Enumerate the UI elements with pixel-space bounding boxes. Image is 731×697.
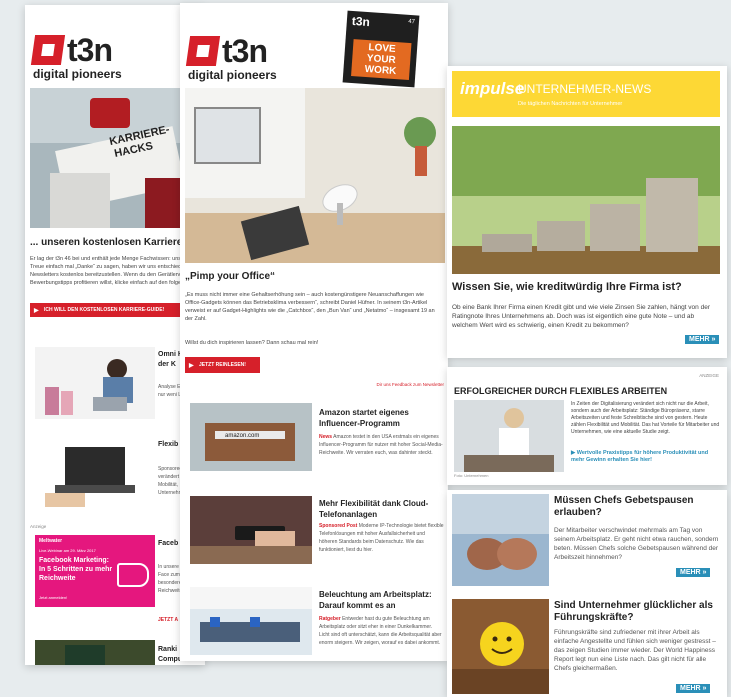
article-image-praying-hands — [452, 494, 549, 586]
right-article-mehr-1[interactable]: MEHR » — [676, 568, 711, 577]
left-hero-title: ... unseren kostenlosen Karriere- — [30, 237, 186, 248]
middle-article-text-3: Ratgeber Entweder hast du gute Beleuchtu… — [319, 616, 442, 646]
middle-article-text-2: Sponsored Post Moderne IP-Technologie bi… — [319, 523, 444, 553]
webinar-date: Live-Webinar am 29. März 2017 — [39, 548, 96, 553]
article-image-circuit — [35, 640, 155, 665]
jetzt-reinlesen-button[interactable]: JETZT REINLESEN! — [185, 357, 260, 373]
svg-text:amazon.com: amazon.com — [225, 433, 259, 439]
feedback-link[interactable]: Dir uns Feedback zum Newsletter — [376, 382, 444, 387]
impulse-tagline: Die täglichen Nachrichten für Unternehme… — [518, 101, 623, 107]
magazine-issue-number: 47 — [408, 18, 416, 26]
magazine-title: t3n — [351, 13, 371, 30]
article-image-laptop-hands — [35, 437, 155, 509]
impulse-brand: impulse — [460, 79, 525, 98]
ad-body: In Zeiten der Digitalisierung verändert … — [571, 401, 720, 435]
meltwater-label: Meltwater — [39, 538, 63, 544]
right-hero-mehr-button[interactable]: MEHR » — [685, 335, 720, 344]
logo-subtitle: digital pioneers — [33, 67, 122, 81]
logo-text: t3n — [222, 33, 268, 69]
facebook-ad-title: Facebook Marketing: In 5 Schritten zu me… — [39, 557, 113, 582]
middle-article-title-1[interactable]: Amazon startet eigenes Influencer-Progra… — [319, 407, 444, 429]
t3n-logo: t3n — [30, 32, 113, 68]
logo-subtitle: digital pioneers — [188, 68, 277, 82]
middle-hero-body-2: Willst du dich inspirieren lassen? Dann … — [185, 340, 319, 346]
facebook-ad-button[interactable]: Jetzt anmelden! — [39, 595, 67, 600]
ad-image-woman-desk — [454, 400, 564, 472]
impulse-header: impulse UNTERNEHMER-NEWS Die täglichen N… — [452, 71, 720, 117]
facebook-webinar-ad[interactable]: Meltwater Live-Webinar am 29. März 2017 … — [35, 535, 155, 607]
right-newsletter-top: impulse UNTERNEHMER-NEWS Die täglichen N… — [447, 66, 727, 358]
karriere-hacks-image: KARRIERE- HACKS — [30, 88, 205, 228]
article-image-woman-laptop — [35, 347, 155, 419]
right-newsletter-bottom: Müssen Chefs Gebetspausen erlauben? Der … — [447, 490, 727, 697]
right-anzeige-label: ANZEIGE — [699, 373, 719, 378]
right-hero-title[interactable]: Wissen Sie, wie kreditwürdig Ihre Firma … — [452, 281, 720, 293]
impulse-brand-sub: UNTERNEHMER-NEWS — [518, 82, 652, 96]
t3n-logo-mark-icon — [185, 36, 221, 66]
right-article-text-1: Der Mitarbeiter verschwindet mehrmals am… — [554, 527, 719, 561]
article-image-amazon: amazon.com — [190, 403, 312, 471]
logo-text: t3n — [67, 32, 113, 68]
left-hero-body: Er lag der t3n 46 bei und enthält jede M… — [30, 256, 189, 286]
karriere-guide-button[interactable]: ICH WILL DEN KOSTENLOSEN KARRIERE-GUIDE! — [30, 303, 200, 317]
t3n-logo: t3n — [185, 33, 268, 69]
right-hero-body: Ob eine Bank Ihrer Firma einen Kredit gi… — [452, 304, 710, 329]
right-article-title-2[interactable]: Sind Unternehmer glücklicher als Führung… — [554, 600, 719, 624]
t3n-logo-mark-icon — [30, 35, 66, 65]
article-image-office-light — [190, 587, 312, 655]
magazine-cover[interactable]: t3n 47 LOVE YOUR WORK — [342, 10, 420, 88]
middle-hero-body: „Es muss nicht immer eine Gehaltserhöhun… — [185, 292, 435, 322]
article-image-smiley — [452, 599, 549, 694]
left-newsletter: t3n digital pioneers KARRIERE- HACKS ...… — [25, 5, 205, 665]
left-jetzt-link[interactable]: JETZT A — [158, 617, 178, 623]
left-anzeige-label: Anzeige — [30, 524, 47, 529]
right-article-title-1[interactable]: Müssen Chefs Gebetspausen erlauben? — [554, 495, 719, 519]
middle-newsletter: t3n digital pioneers t3n 47 LOVE YOUR WO… — [180, 3, 448, 661]
ad-link[interactable]: ▶ Wertvolle Praxistipps für höhere Produ… — [571, 450, 721, 464]
middle-article-text-1: News Amazon testet in den USA erstmals e… — [319, 434, 443, 456]
right-article-text-2: Führungskräfte sind zufriedener mit ihre… — [554, 629, 716, 672]
middle-article-title-3[interactable]: Beleuchtung am Arbeitsplatz: Darauf komm… — [319, 589, 444, 611]
pimp-office-image — [185, 88, 445, 263]
coins-image — [452, 126, 720, 274]
right-article-mehr-2[interactable]: MEHR » — [676, 684, 711, 693]
magazine-headline: LOVE YOUR WORK — [351, 39, 412, 81]
middle-hero-title: „Pimp your Office“ — [185, 271, 276, 282]
right-flexible-ad[interactable]: ANZEIGE ERFOLGREICHER DURCH FLEXIBLES AR… — [447, 367, 727, 485]
middle-article-title-2[interactable]: Mehr Flexibilität dank Cloud-Telefonanla… — [319, 498, 444, 520]
ad-title: ERFOLGREICHER DURCH FLEXIBLES ARBEITEN — [454, 386, 668, 396]
megaphone-icon — [117, 563, 149, 587]
article-image-cloud-phone — [190, 496, 312, 564]
ad-caption: Foto: Unternehmen — [454, 473, 489, 478]
